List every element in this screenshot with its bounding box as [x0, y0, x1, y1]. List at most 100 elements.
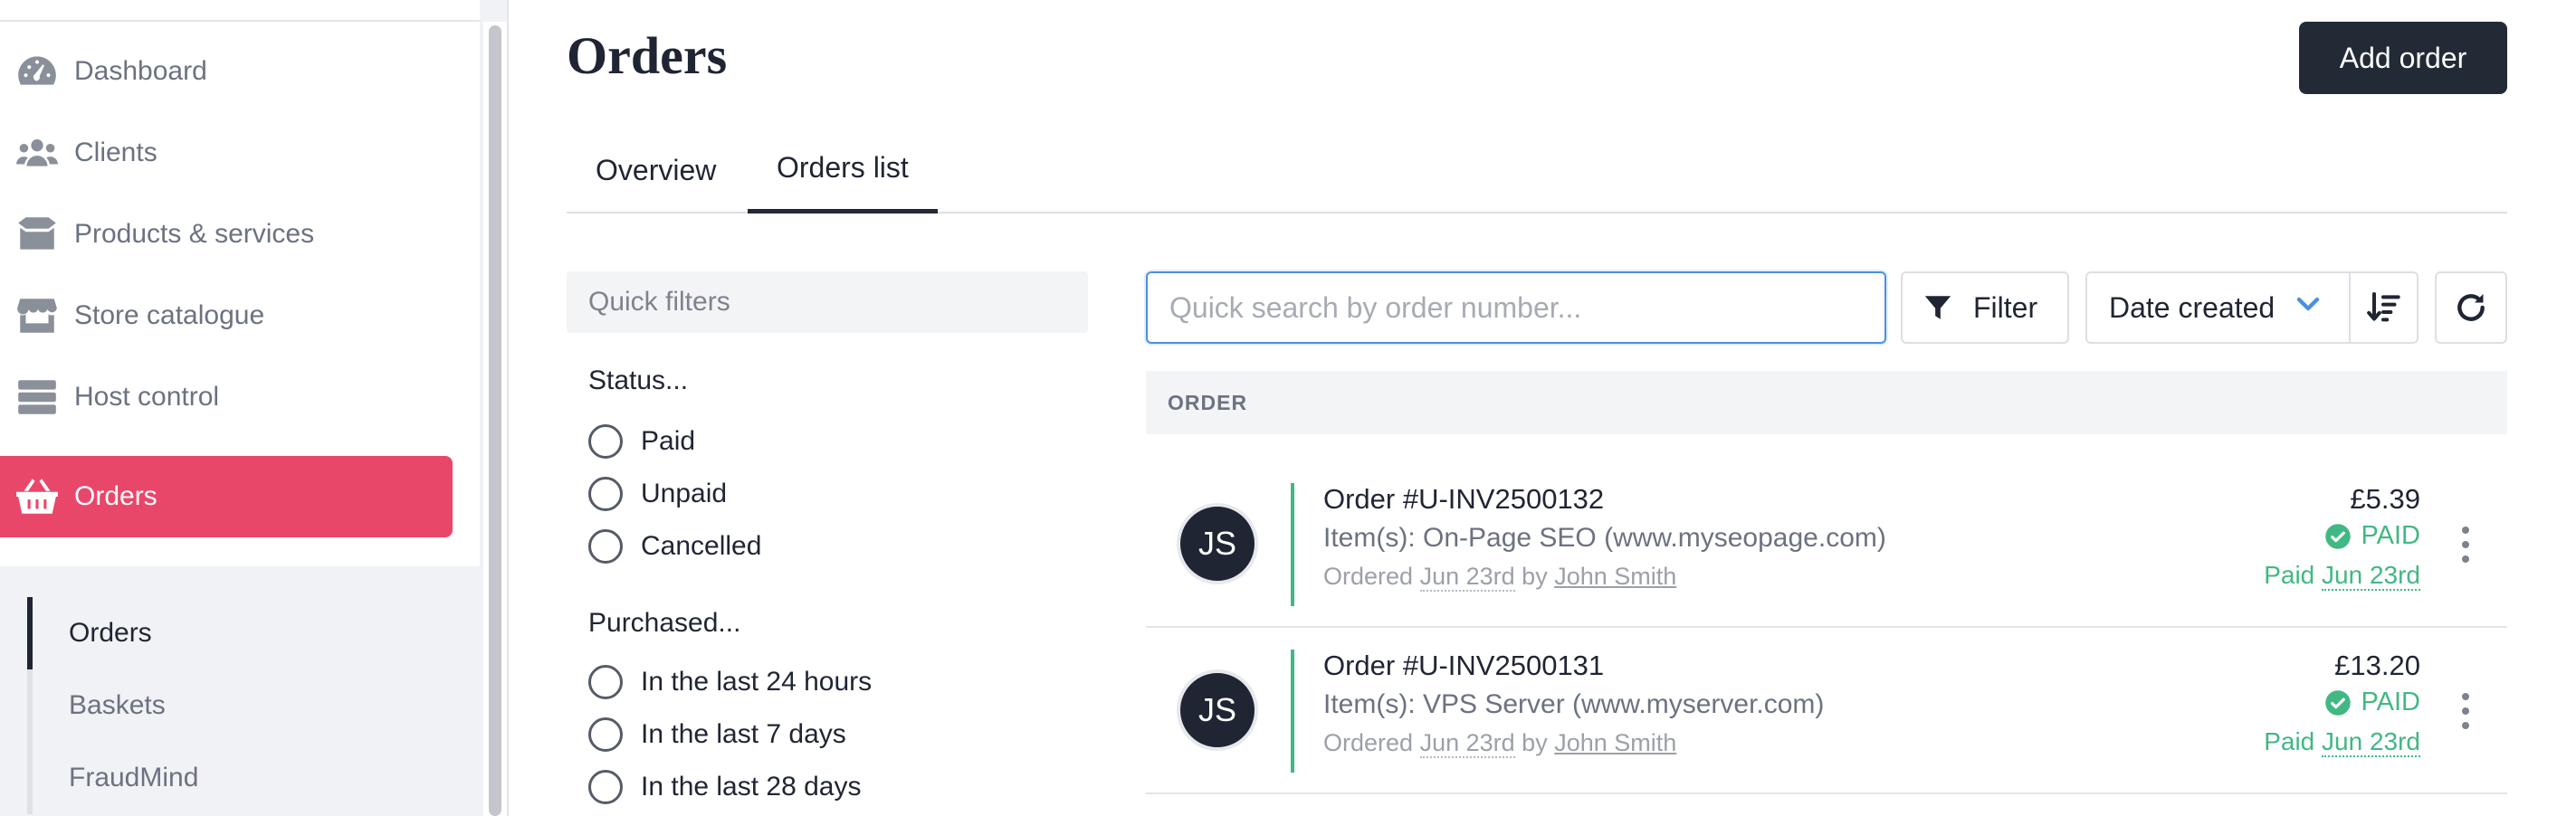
sort-field-label: Date created: [2109, 290, 2275, 324]
radio-label: Unpaid: [641, 479, 728, 508]
check-circle-icon: [2325, 689, 2352, 716]
radio-label: In the last 7 days: [641, 719, 846, 749]
nav-label: Host control: [74, 382, 220, 412]
table-row[interactable]: JS Order #U-INV2500131 Item(s): VPS Serv…: [1146, 628, 2507, 794]
refresh-button[interactable]: [2435, 271, 2507, 344]
subnav-item-baskets[interactable]: Baskets: [27, 669, 453, 742]
order-search-input[interactable]: [1146, 271, 1886, 344]
radio-button[interactable]: [588, 529, 623, 564]
tab-orders-list[interactable]: Orders list: [748, 127, 938, 213]
order-title[interactable]: Order #U-INV2500132: [1323, 483, 1604, 516]
order-meta: Ordered Jun 23rd by John Smith: [1323, 729, 1676, 758]
order-title[interactable]: Order #U-INV2500131: [1323, 650, 1604, 682]
status-filter-paid[interactable]: Paid: [588, 423, 695, 460]
radio-button[interactable]: [588, 665, 623, 699]
nav-label: Products & services: [74, 219, 315, 249]
status-filter-cancelled[interactable]: Cancelled: [588, 528, 761, 565]
avatar: JS: [1177, 503, 1258, 584]
nav-label: Clients: [74, 138, 157, 167]
sidebar-top-edge: [0, 0, 480, 22]
radio-label: Paid: [641, 426, 696, 456]
refresh-icon: [2457, 293, 2485, 321]
order-amount: £13.20: [2334, 650, 2420, 681]
purchased-filter-7d[interactable]: In the last 7 days: [588, 716, 846, 753]
sort-field-select[interactable]: Date created: [2087, 273, 2349, 342]
box-icon: [0, 194, 74, 275]
basket-icon: [0, 456, 74, 537]
tab-bar: Overview Orders list: [567, 127, 2507, 213]
purchased-filter-28d[interactable]: In the last 28 days: [588, 769, 862, 805]
tab-overview[interactable]: Overview: [596, 127, 716, 213]
radio-button[interactable]: [588, 477, 623, 511]
funnel-icon: [1924, 296, 1951, 319]
status-label: PAID: [2361, 688, 2420, 716]
users-icon: [0, 112, 74, 194]
page-title: Orders: [567, 26, 728, 85]
radio-button[interactable]: [588, 424, 623, 459]
filter-button[interactable]: Filter: [1901, 271, 2069, 344]
radio-button[interactable]: [588, 770, 623, 804]
order-items: Item(s): On-Page SEO (www.myseopage.com): [1323, 523, 1886, 553]
purchased-filter-24h[interactable]: In the last 24 hours: [588, 664, 872, 700]
paid-date: Paid Jun 23rd: [2264, 561, 2420, 591]
store-icon: [0, 275, 74, 356]
check-circle-icon: [2325, 523, 2352, 549]
nav-item-products-services[interactable]: Products & services: [0, 194, 453, 275]
nav-label: Orders: [74, 481, 157, 511]
nav-item-host-control[interactable]: Host control: [0, 356, 453, 438]
add-order-button[interactable]: Add order: [2299, 22, 2507, 94]
paid-date-value: Jun 23rd: [2322, 561, 2420, 591]
server-icon: [0, 356, 74, 438]
paid-prefix: Paid: [2264, 561, 2315, 589]
table-row[interactable]: JS Order #U-INV2500132 Item(s): On-Page …: [1146, 461, 2507, 628]
ordered-date: Jun 23rd: [1419, 563, 1515, 592]
radio-label: In the last 24 hours: [641, 667, 873, 697]
order-meta: Ordered Jun 23rd by John Smith: [1323, 563, 1676, 592]
radio-button[interactable]: [588, 717, 623, 752]
sort-control: Date created: [2085, 271, 2419, 344]
nav-label: Dashboard: [74, 56, 207, 86]
main-nav: Dashboard Clients Products & services St…: [0, 22, 480, 566]
paid-date: Paid Jun 23rd: [2264, 727, 2420, 757]
nav-item-orders[interactable]: Orders: [0, 456, 453, 537]
ordered-prefix: Ordered: [1323, 563, 1414, 590]
quick-filters-header: Quick filters: [567, 271, 1088, 333]
status-indicator-bar: [1291, 483, 1294, 606]
customer-link[interactable]: John Smith: [1554, 729, 1676, 756]
status-indicator-bar: [1291, 650, 1294, 773]
chevron-down-icon: [2295, 290, 2322, 325]
dashboard-gauge-icon: [0, 31, 74, 112]
radio-label: In the last 28 days: [641, 772, 862, 802]
avatar: JS: [1177, 669, 1258, 751]
purchased-filter-heading: Purchased...: [588, 608, 741, 638]
filter-button-label: Filter: [1973, 290, 2038, 324]
nav-item-dashboard[interactable]: Dashboard: [0, 31, 453, 112]
row-menu-icon[interactable]: [2457, 693, 2475, 729]
ordered-date: Jun 23rd: [1419, 729, 1515, 758]
status-label: PAID: [2361, 521, 2420, 550]
by-text: by: [1522, 563, 1548, 590]
status-badge: PAID: [2324, 521, 2420, 551]
sidebar-divider: [507, 0, 509, 816]
radio-label: Cancelled: [641, 531, 762, 561]
subnav-item-fraudmind[interactable]: FraudMind: [27, 742, 453, 814]
sort-descending-icon: [2367, 292, 2401, 322]
paid-date-value: Jun 23rd: [2322, 727, 2420, 757]
nav-item-clients[interactable]: Clients: [0, 112, 453, 194]
orders-table-header: ORDER: [1146, 371, 2507, 434]
nav-item-store-catalogue[interactable]: Store catalogue: [0, 275, 453, 356]
sidebar-scrollbar[interactable]: [489, 25, 501, 816]
status-filter-unpaid[interactable]: Unpaid: [588, 476, 727, 512]
sidebar: Dashboard Clients Products & services St…: [0, 0, 507, 816]
row-menu-icon[interactable]: [2457, 527, 2475, 563]
ordered-prefix: Ordered: [1323, 729, 1414, 756]
order-items: Item(s): VPS Server (www.myserver.com): [1323, 689, 1825, 719]
status-filter-heading: Status...: [588, 365, 689, 395]
paid-prefix: Paid: [2264, 727, 2315, 755]
customer-link[interactable]: John Smith: [1554, 563, 1676, 590]
status-badge: PAID: [2324, 688, 2420, 717]
sort-direction-button[interactable]: [2348, 273, 2417, 342]
subnav-item-orders[interactable]: Orders: [27, 597, 453, 669]
order-amount: £5.39: [2350, 483, 2420, 515]
nav-label: Store catalogue: [74, 300, 265, 330]
